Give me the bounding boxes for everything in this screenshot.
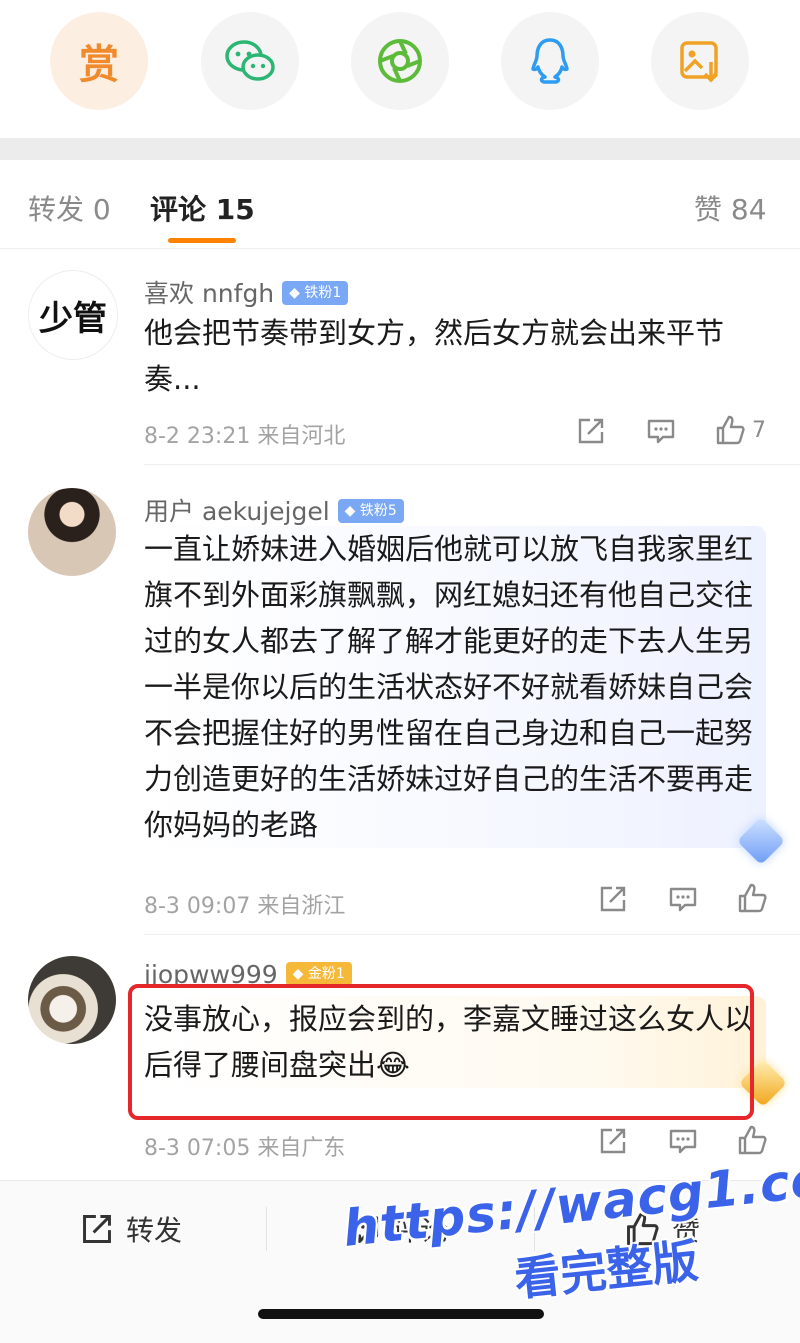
like-comment-button[interactable]: 7 (714, 414, 766, 446)
home-indicator (258, 1309, 544, 1319)
avatar[interactable] (28, 488, 116, 576)
comment-username[interactable]: 用户 aekujejgel ◆ 铁粉5 (144, 492, 404, 528)
moments-button[interactable] (351, 12, 449, 110)
qq-button[interactable] (501, 12, 599, 110)
share-icon (578, 418, 604, 444)
highlight-box (128, 984, 754, 1120)
comment-meta: 8-3 09:07 来自浙江 (144, 894, 346, 919)
reply-comment-button[interactable] (668, 1126, 698, 1156)
moments-icon (378, 39, 422, 83)
comment-icon (647, 419, 675, 444)
fan-badge: ◆ 铁粉5 (337, 499, 404, 523)
fan-badge-label: 铁粉1 (304, 285, 342, 301)
tab-repost[interactable]: 转发 0 (28, 188, 111, 228)
username-text: 用户 aekujejgel (144, 497, 330, 526)
wechat-icon (225, 40, 275, 81)
share-icon (83, 1215, 111, 1243)
repost-button[interactable]: 转发 (80, 1209, 182, 1249)
divider (144, 934, 800, 935)
share-row: 赏 (0, 0, 800, 138)
tab-active-indicator (168, 238, 236, 243)
like-count: 7 (752, 417, 766, 443)
divider (144, 464, 800, 465)
reward-icon: 赏 (79, 42, 119, 88)
fan-badge: ◆ 金粉1 (285, 962, 352, 986)
fan-badge-label: 金粉1 (307, 966, 345, 982)
repost-comment-button[interactable] (598, 1126, 628, 1156)
thumbs-up-icon (738, 883, 767, 913)
thumbs-up-icon (738, 1125, 767, 1155)
tab-like[interactable]: 赞 84 (694, 188, 767, 228)
fan-badge-label: 铁粉5 (359, 503, 397, 519)
like-comment-button[interactable] (736, 1124, 768, 1156)
comment-text[interactable]: 他会把节奏带到女方，然后女方就会出来平节奏... (144, 310, 766, 402)
thumbs-up-icon (716, 415, 745, 445)
reply-comment-button[interactable] (668, 884, 698, 914)
comment-text[interactable]: 一直让娇妹进入婚姻后他就可以放飞自我家里红旗不到外面彩旗飘飘，网红媳妇还有他自己… (144, 526, 766, 848)
like-comment-button[interactable] (736, 882, 768, 914)
share-icon (600, 1128, 626, 1154)
share-icon (600, 886, 626, 912)
save-image-icon (680, 41, 719, 83)
save-image-button[interactable] (651, 12, 749, 110)
fan-badge: ◆ 铁粉1 (282, 281, 349, 305)
comment-meta: 8-3 07:05 来自广东 (144, 1136, 346, 1161)
separator (266, 1207, 267, 1251)
comment-username[interactable]: 喜欢 nnfgh ◆ 铁粉1 (144, 274, 349, 310)
avatar[interactable]: 少管 (28, 270, 118, 360)
repost-comment-button[interactable] (576, 416, 606, 446)
avatar[interactable] (28, 956, 116, 1044)
reply-comment-button[interactable] (646, 416, 676, 446)
tab-bar: 转发 0 评论 15 赞 84 (0, 160, 800, 249)
section-divider (0, 138, 800, 160)
tab-comment[interactable]: 评论 15 (150, 188, 255, 228)
qq-icon (531, 38, 569, 84)
comment-icon (669, 887, 697, 912)
comment-icon (669, 1129, 697, 1154)
wechat-button[interactable] (201, 12, 299, 110)
repost-comment-button[interactable] (598, 884, 628, 914)
repost-label: 转发 (126, 1214, 183, 1247)
reward-button[interactable]: 赏 (50, 12, 148, 110)
username-text: 喜欢 nnfgh (144, 279, 275, 308)
comment-meta: 8-2 23:21 来自河北 (144, 424, 346, 449)
